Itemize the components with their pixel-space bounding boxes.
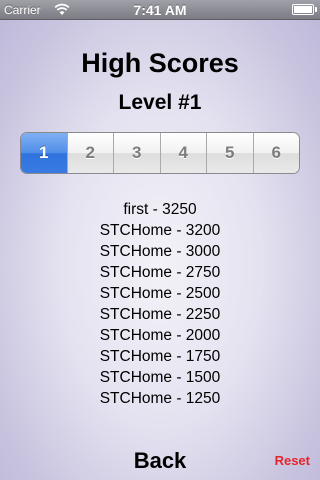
score-entry: STCHome - 2000: [99, 327, 221, 344]
level-subtitle: Level #1: [118, 91, 202, 114]
battery-icon: [292, 4, 317, 15]
level-tab-5[interactable]: 5: [206, 133, 253, 173]
level-tab-4[interactable]: 4: [159, 133, 206, 173]
back-button[interactable]: Back: [110, 448, 210, 478]
score-entry: STCHome - 1750: [99, 348, 221, 365]
reset-button[interactable]: Reset: [275, 453, 310, 468]
score-entry: STCHome - 3200: [99, 222, 221, 239]
score-entry: STCHome - 2750: [99, 264, 221, 281]
score-entry: STCHome - 2500: [99, 285, 221, 302]
level-tab-1[interactable]: 1: [21, 133, 67, 173]
level-tab-6[interactable]: 6: [252, 133, 299, 173]
score-entry: STCHome - 2250: [99, 306, 221, 323]
status-time: 7:41 AM: [133, 2, 187, 18]
level-tab-2[interactable]: 2: [66, 133, 113, 173]
status-bar: Carrier 7:41 AM: [0, 0, 320, 20]
score-entry: STCHome - 3000: [99, 243, 221, 260]
level-tab-3[interactable]: 3: [113, 133, 160, 173]
page-title: High Scores: [81, 48, 239, 78]
level-segmented-control: 1 2 3 4 5 6: [20, 132, 300, 174]
battery-fill: [294, 6, 312, 13]
score-entry: STCHome - 1500: [99, 369, 221, 386]
score-entry: STCHome - 1250: [99, 390, 221, 407]
high-score-list: first - 3250 STCHome - 3200 STCHome - 30…: [0, 199, 320, 409]
score-entry: first - 3250: [123, 201, 197, 218]
